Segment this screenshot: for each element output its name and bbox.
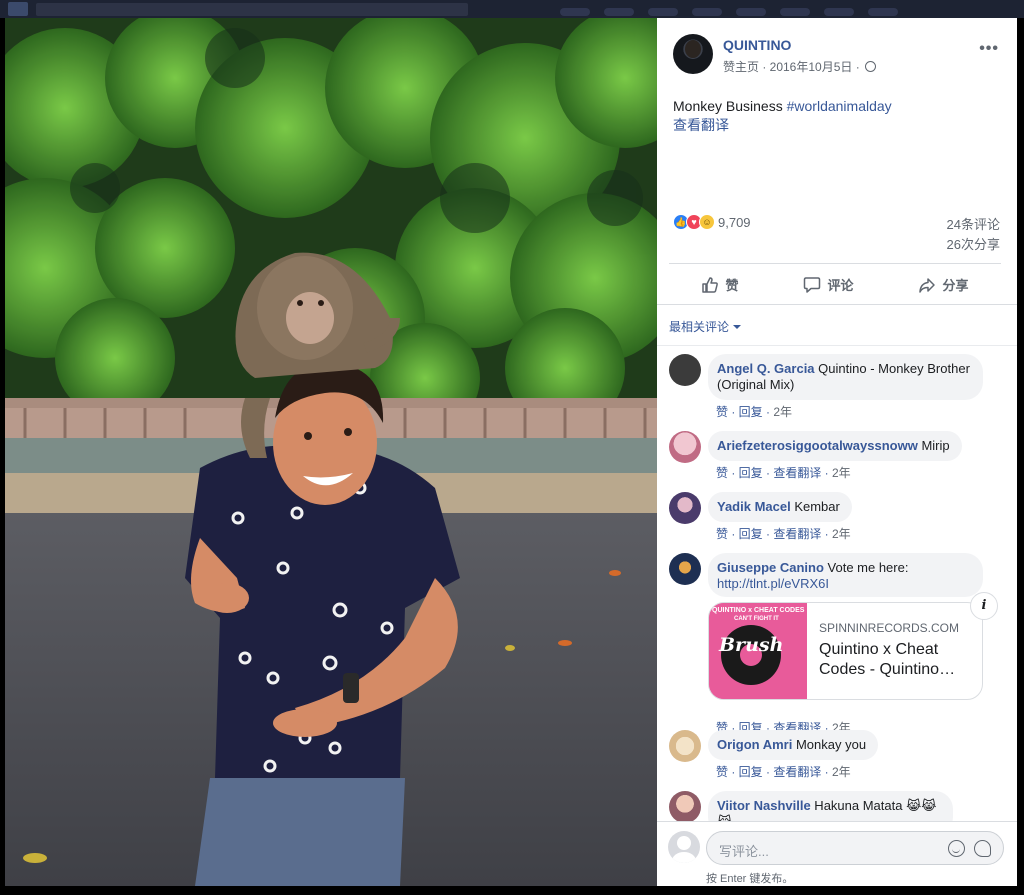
post-meta-text: 赞主页 · 2016年10月5日 ·	[723, 60, 860, 74]
comment-text: Vote me here:	[823, 560, 909, 575]
comment-meta: 赞 · 回复 · 查看翻译 · 2年	[716, 525, 851, 542]
share-label: 分享	[942, 278, 969, 293]
comment-author[interactable]: Ariefzeterosiggootalwayssnoww	[717, 438, 918, 453]
comment-age[interactable]: 2年	[773, 405, 792, 419]
commenter-avatar[interactable]	[669, 730, 701, 762]
comment-bubble: Yadik Macel Kembar	[708, 492, 852, 522]
comment-author[interactable]: Viitor Nashville	[717, 798, 811, 813]
sticker-icon[interactable]	[974, 840, 991, 857]
page-avatar[interactable]	[673, 34, 713, 74]
like-button[interactable]: 赞	[701, 275, 739, 294]
comment-sort-dropdown[interactable]: 最相关评论	[669, 318, 742, 335]
card-image-caption-2: CAN'T FIGHT IT	[734, 616, 779, 622]
shares-count-link[interactable]: 26次分享	[947, 235, 1000, 255]
divider	[657, 304, 1017, 305]
more-icon[interactable]: •••	[979, 40, 999, 58]
card-image-title: Brush	[718, 634, 783, 656]
post-action-bar: 赞 评论 分享	[669, 263, 1001, 305]
caption-text: Monkey Business	[673, 98, 787, 114]
comment-author[interactable]: Origon Amri	[717, 737, 792, 752]
link-preview-card[interactable]: QUINTINO x CHEAT CODES CAN'T FIGHT IT Br…	[708, 602, 983, 700]
thumbs-up-icon	[702, 276, 719, 293]
comment-bubble: Angel Q. Garcia Quintino - Monkey Brothe…	[708, 354, 983, 400]
emoji-icon[interactable]	[948, 840, 965, 857]
comment-age[interactable]: 2年	[832, 466, 851, 480]
comment-actions[interactable]: 赞 · 回复 ·	[716, 405, 773, 419]
commenter-avatar[interactable]	[669, 791, 701, 823]
comment-bubble: Ariefzeterosiggootalwayssnoww Mirip	[708, 431, 962, 461]
link-preview-image: QUINTINO x CHEAT CODES CAN'T FIGHT IT Br…	[709, 603, 807, 699]
comment-button[interactable]: 评论	[803, 275, 854, 294]
card-title: Quintino x Cheat Codes - Quintino…	[819, 641, 956, 678]
comment-age[interactable]: 2年	[832, 765, 851, 779]
share-arrow-icon	[919, 277, 936, 293]
see-translation-link[interactable]: 查看翻译	[673, 115, 729, 135]
comment-actions[interactable]: 赞 · 回复 · 查看翻译 ·	[716, 527, 832, 541]
card-image-caption: QUINTINO x CHEAT CODES	[712, 607, 805, 614]
commenter-avatar[interactable]	[669, 553, 701, 585]
post-side-panel: QUINTINO 赞主页 · 2016年10月5日 · ••• Monkey B…	[657, 18, 1017, 886]
like-label: 赞	[725, 278, 739, 293]
comment-actions[interactable]: 赞 · 回复 · 查看翻译 ·	[716, 466, 832, 480]
page-name-link[interactable]: QUINTINO	[723, 37, 791, 53]
comment-bubble-icon	[804, 276, 821, 293]
sort-label: 最相关评论	[669, 320, 730, 334]
commenter-avatar[interactable]	[669, 354, 701, 386]
caret-down-icon	[733, 325, 742, 329]
share-button[interactable]: 分享	[918, 275, 969, 294]
comment-text: Mirip	[917, 438, 950, 453]
info-icon[interactable]: i	[970, 592, 998, 620]
comment-meta: 赞 · 回复 · 2年	[716, 403, 792, 420]
composer-hint: 按 Enter 键发布。	[706, 873, 794, 885]
hashtag-link[interactable]: #worldanimalday	[787, 98, 892, 114]
comments-count-link[interactable]: 24条评论	[947, 215, 1000, 235]
divider	[657, 345, 1017, 346]
comment-author[interactable]: Yadik Macel	[717, 499, 791, 514]
globe-icon	[865, 61, 877, 72]
comment-text: Monkay you	[792, 737, 867, 752]
comment-bubble: Origon Amri Monkay you	[708, 730, 879, 760]
commenter-avatar[interactable]	[669, 492, 701, 524]
comment-composer: 写评论... 按 Enter 键发布。	[657, 821, 1017, 886]
post-meta: 赞主页 · 2016年10月5日 ·	[723, 58, 877, 75]
comment-bubble: Giuseppe Canino Vote me here: http://tln…	[708, 553, 983, 597]
comment-meta: 赞 · 回复 · 查看翻译 · 2年	[716, 464, 851, 481]
comment-link[interactable]: http://tlnt.pl/eVRX6I	[717, 576, 829, 591]
comment-author[interactable]: Angel Q. Garcia	[717, 361, 815, 376]
reaction-summary[interactable]: 👍 ♥ ☺ 9,709	[673, 213, 751, 231]
top-nav-items	[560, 3, 1000, 16]
post-header: QUINTINO 赞主页 · 2016年10月5日 · •••	[673, 34, 1005, 78]
comment-label: 评论	[827, 278, 854, 293]
comment-text: Kembar	[790, 499, 840, 514]
comment-actions[interactable]: 赞 · 回复 · 查看翻译 ·	[716, 765, 832, 779]
comment-age[interactable]: 2年	[832, 527, 851, 541]
post-photo[interactable]	[5, 18, 657, 886]
comment-meta: 赞 · 回复 · 查看翻译 · 2年	[716, 763, 851, 780]
search-input[interactable]	[36, 3, 468, 16]
engagement-counts: 24条评论 26次分享	[947, 215, 1000, 255]
comment-author[interactable]: Giuseppe Canino	[717, 560, 824, 575]
reaction-count: 9,709	[718, 214, 751, 230]
haha-reaction-icon: ☺	[699, 214, 715, 230]
top-navigation-bar	[0, 0, 1024, 18]
commenter-avatar[interactable]	[669, 431, 701, 463]
comment-input-placeholder: 写评论...	[719, 844, 769, 859]
post-caption: Monkey Business #worldanimalday	[673, 97, 892, 115]
current-user-avatar	[668, 831, 700, 863]
card-domain: SPINNINRECORDS.COM	[819, 621, 960, 635]
comment-input[interactable]: 写评论...	[706, 831, 1004, 865]
facebook-logo-icon[interactable]	[8, 2, 28, 16]
